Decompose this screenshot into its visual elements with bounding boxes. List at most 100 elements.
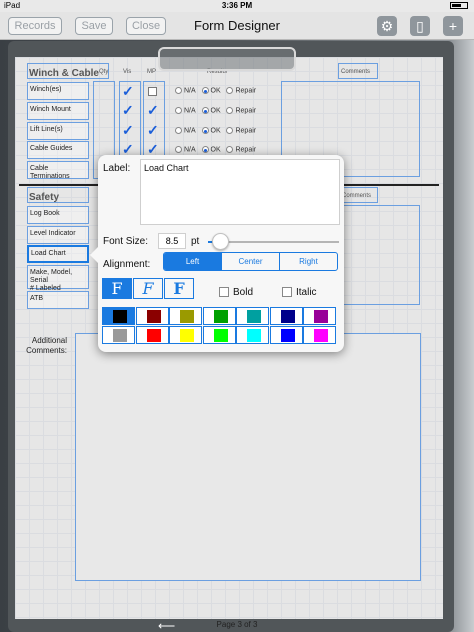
color-swatch-button[interactable] <box>303 326 336 344</box>
row-label[interactable]: Winch Mount <box>27 102 89 120</box>
result-radio-group[interactable]: N/A OK Repair <box>175 127 256 134</box>
result-radio-group[interactable]: N/A OK Repair <box>175 107 256 114</box>
font-size-unit: pt <box>191 236 200 247</box>
section-title-box[interactable] <box>27 63 109 79</box>
color-swatch <box>247 310 261 323</box>
radio-repair[interactable] <box>226 127 234 134</box>
checkbox[interactable] <box>148 87 157 96</box>
color-swatch <box>213 329 228 342</box>
checkmark-icon[interactable]: ✓ <box>147 102 159 119</box>
radio-repair[interactable] <box>226 146 234 153</box>
color-swatch-button[interactable] <box>236 307 269 325</box>
color-swatch-button[interactable] <box>135 307 169 325</box>
color-swatch <box>113 310 127 323</box>
font-size-field[interactable]: 8.5 <box>158 233 186 249</box>
color-swatch-button[interactable] <box>202 326 236 344</box>
battery-icon <box>447 1 468 10</box>
radio-label: Repair <box>235 87 257 95</box>
radio-label: OK <box>210 107 221 115</box>
align-right-segment[interactable]: Right <box>279 253 337 270</box>
safety-row-label[interactable]: Level Indicator <box>27 226 89 244</box>
radio-label: N/A <box>184 87 196 95</box>
bold-label: Bold <box>233 287 254 298</box>
color-swatch <box>280 329 295 342</box>
color-swatch <box>213 310 228 323</box>
safety-row-label[interactable]: ATB <box>27 291 89 309</box>
clipboard-clip <box>158 47 296 71</box>
row-label[interactable]: Winch(es) <box>27 82 89 100</box>
safety-row-label[interactable]: Log Book <box>27 206 89 224</box>
toolbar: Records Save Close Form Designer ⚙ ▯ + <box>0 12 474 40</box>
color-swatch-button[interactable] <box>202 307 236 325</box>
radio-label: N/A <box>184 127 196 135</box>
font-style-bold-button[interactable]: F <box>164 278 194 299</box>
color-swatch-button[interactable] <box>269 326 303 344</box>
alignment-caption: Alignment: <box>103 259 151 270</box>
result-radio-group[interactable]: N/A OK Repair <box>175 87 256 94</box>
row-label[interactable]: Cable Terminations <box>27 161 89 180</box>
color-swatch <box>180 329 194 342</box>
align-left-segment[interactable]: Left <box>164 253 221 270</box>
row-label[interactable]: Lift Line(s) <box>27 122 89 140</box>
label-text-field[interactable]: Load Chart <box>140 159 340 225</box>
font-style-italic-button[interactable]: F <box>133 278 163 299</box>
color-swatch <box>280 310 295 323</box>
color-swatch-button[interactable] <box>169 326 202 344</box>
safety-row-label[interactable]: Make, Model, Serial # Labeled <box>27 265 89 292</box>
align-center-segment[interactable]: Center <box>221 253 279 270</box>
radio-ok[interactable] <box>201 107 209 114</box>
row-label[interactable]: Cable Guides <box>27 141 89 159</box>
safety-row-label-selected[interactable]: Load Chart <box>27 245 89 263</box>
comments-header-box[interactable] <box>338 187 378 203</box>
bold-checkbox[interactable] <box>219 287 229 297</box>
radio-na[interactable] <box>175 127 182 134</box>
label-caption: Label: <box>103 163 131 174</box>
color-swatch <box>314 329 328 342</box>
checkmark-icon[interactable]: ✓ <box>122 83 134 100</box>
font-size-slider-thumb[interactable] <box>212 233 229 250</box>
radio-ok[interactable] <box>201 87 209 94</box>
checkmark-icon[interactable]: ✓ <box>147 122 159 139</box>
color-swatch-button[interactable] <box>169 307 202 325</box>
color-swatch-button[interactable] <box>236 326 269 344</box>
color-swatch-button[interactable] <box>102 326 135 344</box>
result-radio-group[interactable]: N/A OK Repair <box>175 146 256 153</box>
radio-na[interactable] <box>175 87 182 94</box>
checkmark-icon[interactable]: ✓ <box>122 122 134 139</box>
additional-comments-field[interactable] <box>75 333 421 581</box>
color-swatch-button[interactable] <box>102 307 135 325</box>
italic-label: Italic <box>296 287 317 298</box>
color-swatch-button[interactable] <box>303 307 336 325</box>
checkmark-icon[interactable]: ✓ <box>122 102 134 119</box>
col-vis: Vis <box>123 69 132 75</box>
font-size-slider-track[interactable] <box>215 241 339 243</box>
section-title-box[interactable] <box>27 187 89 203</box>
alignment-segmented-control[interactable]: Left Center Right <box>163 252 338 271</box>
radio-ok[interactable] <box>201 127 209 134</box>
italic-checkbox[interactable] <box>282 287 292 297</box>
radio-repair[interactable] <box>226 107 234 114</box>
color-swatch-button[interactable] <box>269 307 303 325</box>
color-swatch <box>146 310 161 323</box>
color-swatch <box>180 310 194 323</box>
clock: 3:36 PM <box>221 1 253 10</box>
document-icon[interactable]: ▯ <box>410 16 430 36</box>
color-swatch-button[interactable] <box>135 326 169 344</box>
page-footer: ⟵ Page 3 of 3 <box>0 619 474 632</box>
col-mp: MP <box>147 69 156 75</box>
radio-repair[interactable] <box>226 87 234 94</box>
page-indicator: Page 3 of 3 <box>216 620 258 629</box>
radio-na[interactable] <box>175 107 182 114</box>
comments-header-box[interactable] <box>338 63 378 79</box>
color-swatch <box>247 329 261 342</box>
radio-na[interactable] <box>175 146 182 153</box>
radio-ok[interactable] <box>201 146 209 153</box>
color-swatch <box>146 329 161 342</box>
add-icon[interactable]: + <box>443 16 463 36</box>
radio-label: Repair <box>235 127 257 135</box>
radio-label: OK <box>210 146 221 154</box>
col-qty: Qty <box>99 69 109 75</box>
font-style-regular-button[interactable]: F <box>102 278 132 299</box>
gear-icon[interactable]: ⚙ <box>377 16 397 36</box>
radio-label: Repair <box>235 107 257 115</box>
